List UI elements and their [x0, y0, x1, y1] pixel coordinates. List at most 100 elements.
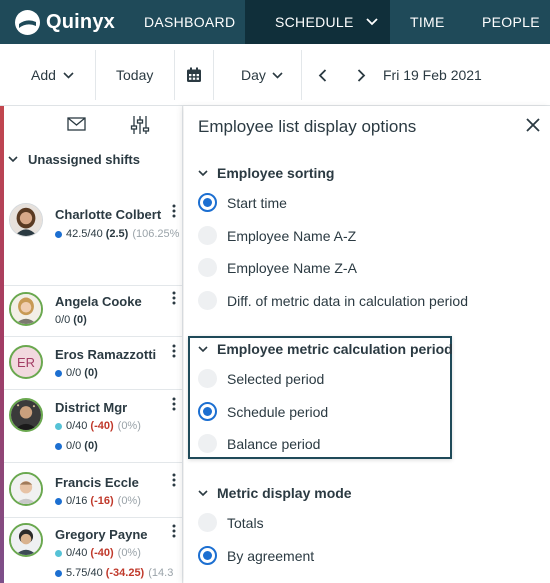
panel-title: Employee list display options: [198, 117, 417, 136]
metric-percent: (0%): [117, 495, 141, 507]
more-options-icon[interactable]: [172, 524, 176, 538]
more-options-icon[interactable]: [172, 473, 176, 487]
close-icon[interactable]: [525, 117, 541, 133]
radio-button[interactable]: [198, 434, 217, 453]
radio-button[interactable]: [198, 258, 217, 277]
avatar: [9, 292, 43, 326]
nav-dashboard[interactable]: DASHBOARD: [144, 0, 235, 44]
chevron-down-icon: [198, 489, 208, 496]
nav-time[interactable]: TIME: [410, 0, 445, 44]
metric-dot: [55, 549, 62, 557]
avatar-initials: ER: [9, 345, 43, 379]
employee-metric: 0/16 (-16) (0%): [55, 495, 141, 507]
radio-option[interactable]: By agreement: [198, 546, 314, 565]
employee-list: Unassigned shifts Charlotte Colbert 42.5…: [0, 106, 183, 583]
section-title: Metric display mode: [217, 485, 352, 501]
toolbar-divider: [174, 50, 175, 100]
chevron-right-icon: [357, 68, 366, 82]
radio-option[interactable]: Start time: [198, 193, 287, 212]
employee-name: Gregory Payne: [55, 527, 148, 542]
metric-value: 0/0: [66, 367, 82, 379]
metric-dot: [55, 422, 62, 430]
metric-percent: (0%): [117, 420, 141, 432]
employee-row[interactable]: Angela Cooke 0/0 (0): [4, 285, 183, 336]
chevron-down-icon: [198, 169, 208, 176]
radio-label: Schedule period: [227, 403, 329, 420]
envelope-icon[interactable]: [67, 117, 86, 131]
radio-button[interactable]: [198, 369, 217, 388]
more-options-icon[interactable]: [172, 204, 176, 218]
metric-dot: [55, 497, 62, 505]
radio-option[interactable]: Balance period: [198, 434, 320, 453]
nav-people[interactable]: PEOPLE: [482, 0, 540, 44]
top-navigation: Quinyx DASHBOARD SCHEDULE TIME PEOPLE: [0, 0, 550, 44]
more-options-icon[interactable]: [172, 291, 176, 305]
metric-percent: (14.3: [148, 567, 174, 579]
metric-value: 0/40: [66, 547, 88, 559]
radio-label: Totals: [227, 514, 264, 531]
filter-sliders-icon[interactable]: [130, 115, 150, 135]
section-employee-sorting[interactable]: Employee sorting: [198, 165, 334, 181]
toolbar-divider: [301, 50, 302, 100]
metric-dot: [55, 569, 62, 577]
schedule-toolbar: Add Today Day Fri 19 Feb 2021: [0, 44, 550, 106]
chevron-down-icon: [272, 71, 283, 79]
employee-metric: 0/0 (0): [55, 367, 98, 379]
today-button[interactable]: Today: [116, 44, 153, 106]
section-title: Employee metric calculation period: [217, 341, 453, 357]
radio-button-selected[interactable]: [198, 193, 217, 212]
employee-row[interactable]: Francis Eccle 0/16 (-16) (0%): [4, 462, 183, 517]
person-photo-icon: [11, 400, 41, 430]
employee-row[interactable]: Gregory Payne 0/40 (-40) (0%) 5.75/40 (-…: [4, 517, 183, 583]
metric-diff: (-34.25): [105, 567, 145, 579]
radio-option[interactable]: Selected period: [198, 369, 324, 388]
section-metric-calculation-period[interactable]: Employee metric calculation period: [198, 341, 453, 357]
employee-list-actions: [0, 106, 183, 142]
avatar: [9, 472, 43, 506]
add-dropdown[interactable]: Add: [31, 44, 74, 106]
chevron-down-icon: [366, 18, 378, 26]
unassigned-shifts-label: Unassigned shifts: [28, 152, 140, 167]
calendar-button[interactable]: [186, 44, 202, 106]
add-label: Add: [31, 67, 56, 83]
employee-row[interactable]: District Mgr 0/40 (-40) (0%) 0/0 (0): [4, 389, 183, 462]
chevron-down-icon: [8, 156, 18, 163]
radio-option[interactable]: Employee Name Z-A: [198, 258, 357, 277]
section-metric-display-mode[interactable]: Metric display mode: [198, 485, 352, 501]
radio-option[interactable]: Diff. of metric data in calculation peri…: [198, 291, 468, 310]
radio-button[interactable]: [198, 513, 217, 532]
radio-option[interactable]: Schedule period: [198, 402, 328, 421]
quinyx-logo[interactable]: Quinyx: [0, 0, 128, 44]
metric-percent: (0%): [117, 547, 141, 559]
current-date[interactable]: Fri 19 Feb 2021: [383, 44, 482, 106]
previous-date-button[interactable]: [318, 44, 327, 106]
unassigned-shifts-toggle[interactable]: Unassigned shifts: [8, 152, 140, 167]
employee-row[interactable]: ER Eros Ramazzotti 0/0 (0): [4, 336, 183, 389]
person-photo-icon: [10, 204, 42, 236]
employee-row[interactable]: Charlotte Colbert 42.5/40 (2.5) (106.25%: [4, 190, 183, 285]
next-date-button[interactable]: [357, 44, 366, 106]
radio-label: Employee Name Z-A: [227, 259, 357, 276]
radio-button[interactable]: [198, 291, 217, 310]
radio-button[interactable]: [198, 226, 217, 245]
metric-percent: (106.25%: [132, 228, 180, 240]
logo-text: Quinyx: [46, 10, 115, 33]
radio-label: Start time: [227, 194, 287, 211]
nav-schedule[interactable]: SCHEDULE: [245, 0, 390, 44]
person-photo-icon: [11, 294, 41, 324]
radio-option[interactable]: Totals: [198, 513, 264, 532]
more-options-icon[interactable]: [172, 344, 176, 358]
more-options-icon[interactable]: [172, 397, 176, 411]
radio-button-selected[interactable]: [198, 402, 217, 421]
calendar-icon: [187, 67, 201, 82]
chevron-down-icon: [63, 71, 74, 79]
toolbar-divider: [213, 50, 214, 100]
metric-diff: (-40): [90, 420, 114, 432]
radio-label: Balance period: [227, 435, 321, 452]
metric-value: 42.5/40: [66, 228, 103, 240]
radio-label: Employee Name A-Z: [227, 227, 357, 244]
radio-option[interactable]: Employee Name A-Z: [198, 226, 356, 245]
chevron-down-icon: [198, 345, 208, 352]
radio-button-selected[interactable]: [198, 546, 217, 565]
view-dropdown[interactable]: Day: [241, 44, 283, 106]
